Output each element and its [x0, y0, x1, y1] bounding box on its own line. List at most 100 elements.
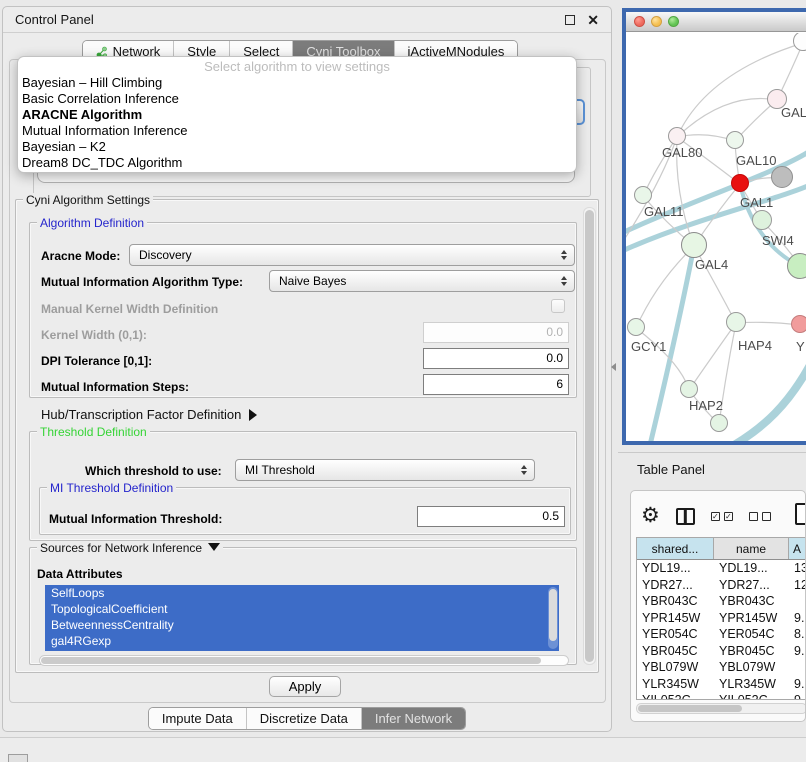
network-canvas[interactable]: GALGAL80GAL10GAL1GAL11SWI4GAL4GCY1HAP4YH… — [626, 33, 806, 445]
mi-steps-label: Mutual Information Steps: — [41, 380, 189, 394]
dropdown-item-bayesian-hill-climbing[interactable]: Bayesian – Hill Climbing — [18, 75, 576, 91]
node-gal4[interactable] — [681, 232, 707, 258]
node-gal10[interactable] — [726, 131, 744, 149]
hub-section-toggle[interactable]: Hub/Transcription Factor Definition — [41, 407, 257, 422]
table-cell: YDL19... — [714, 560, 789, 577]
dropdown-item-aracne-algorithm[interactable]: ARACNE Algorithm — [18, 107, 576, 123]
data-attributes-list[interactable]: SelfLoopsTopologicalCoefficientBetweenne… — [45, 585, 559, 651]
table-cell: YIL052C — [714, 692, 789, 700]
aracne-mode-label: Aracne Mode: — [41, 249, 120, 263]
sources-title: Sources for Network Inference — [40, 541, 202, 555]
node-gal11[interactable] — [634, 186, 652, 204]
attribute-item-gal4rgexp[interactable]: gal4RGexp — [45, 633, 559, 649]
manual-kernel-checkbox[interactable] — [551, 299, 565, 313]
close-icon[interactable]: ✕ — [587, 15, 599, 25]
bottom-stub-button[interactable] — [8, 754, 28, 762]
node-label-gal10: GAL10 — [736, 153, 776, 168]
table-row[interactable]: YBR043CYBR043C — [637, 593, 806, 610]
settings-scrollbar-thumb[interactable] — [585, 210, 594, 662]
hub-section-label: Hub/Transcription Factor Definition — [41, 407, 241, 422]
node-gal1[interactable] — [731, 174, 749, 192]
which-threshold-combo[interactable]: MI Threshold — [235, 459, 535, 481]
column-header-a[interactable]: A — [789, 538, 806, 559]
column-header-name[interactable]: name — [714, 538, 789, 559]
table-cell: YPR145W — [714, 610, 789, 627]
combo-arrows-icon — [561, 250, 567, 260]
table-row[interactable]: YPR145WYPR145W9. — [637, 610, 806, 627]
node-label-swi4: SWI4 — [762, 233, 794, 248]
node-table: shared...nameA YDL19...YDL19...13YDR27..… — [636, 537, 806, 700]
sources-toggle[interactable]: Sources for Network Inference — [37, 541, 223, 555]
node-label-gal1: GAL1 — [740, 195, 773, 210]
node-hap4[interactable] — [726, 312, 746, 332]
zoom-traffic-light-icon[interactable] — [668, 16, 679, 27]
mi-type-combo[interactable]: Naive Bayes — [269, 270, 575, 292]
attributes-scrollbar-thumb[interactable] — [549, 589, 557, 641]
bottom-tab-infer-network[interactable]: Infer Network — [361, 708, 465, 729]
bottom-tab-discretize-data[interactable]: Discretize Data — [246, 708, 361, 729]
kernel-width-label: Kernel Width (0,1): — [41, 328, 147, 342]
table-cell: 13 — [789, 560, 806, 577]
mi-steps-field[interactable]: 6 — [423, 374, 569, 395]
column-header-shared[interactable]: shared... — [637, 538, 714, 559]
table-cell: YDL19... — [637, 560, 714, 577]
table-cell: 12 — [789, 577, 806, 594]
table-row[interactable]: YBR045CYBR045C9. — [637, 643, 806, 660]
table-hscrollbar-thumb[interactable] — [638, 705, 742, 712]
minimize-traffic-light-icon[interactable] — [651, 16, 662, 27]
node[interactable] — [752, 210, 772, 230]
settings-scrollbar[interactable] — [583, 207, 596, 665]
table-row[interactable]: YIL052CYIL052C9. — [637, 692, 806, 700]
node-hap2[interactable] — [680, 380, 698, 398]
node-gal80[interactable] — [668, 127, 686, 145]
dropdown-placeholder: Select algorithm to view settings — [18, 59, 576, 75]
attribute-item-selfloops[interactable]: SelfLoops — [45, 585, 559, 601]
dpi-tolerance-field[interactable]: 0.0 — [423, 348, 569, 369]
attributes-hscrollbar[interactable] — [39, 655, 569, 666]
attribute-item-betweennesscentrality[interactable]: BetweennessCentrality — [45, 617, 559, 633]
checked-boxes-icon[interactable]: ✓✓ — [711, 512, 733, 521]
node[interactable] — [771, 166, 793, 188]
kernel-width-field[interactable]: 0.0 — [423, 322, 569, 343]
table-row[interactable]: YDR27...YDR27...12 — [637, 577, 806, 594]
bottom-tab-impute-data[interactable]: Impute Data — [149, 708, 246, 729]
network-view-window: GALGAL80GAL10GAL1GAL11SWI4GAL4GCY1HAP4YH… — [622, 8, 806, 445]
node-gcy1[interactable] — [627, 318, 645, 336]
attributes-scrollbar[interactable] — [548, 587, 558, 649]
table-row[interactable]: YER054CYER054C8. — [637, 626, 806, 643]
collapse-down-icon — [208, 543, 220, 551]
node[interactable] — [791, 315, 806, 333]
network-window-titlebar[interactable] — [626, 12, 806, 32]
unchecked-boxes-icon[interactable] — [749, 512, 771, 521]
gear-icon[interactable]: ⚙ — [641, 506, 660, 526]
close-traffic-light-icon[interactable] — [634, 16, 645, 27]
cyni-settings-title: Cyni Algorithm Settings — [23, 193, 153, 207]
algorithm-dropdown-list: Bayesian – Hill ClimbingBasic Correlatio… — [18, 75, 576, 171]
table-cell: YBL079W — [714, 659, 789, 676]
table-row[interactable]: YBL079WYBL079W — [637, 659, 806, 676]
attributes-hscrollbar-thumb[interactable] — [41, 657, 541, 664]
which-threshold-label: Which threshold to use: — [85, 464, 222, 478]
splitter-grip-icon[interactable] — [611, 363, 616, 371]
dropdown-item-mutual-information-inference[interactable]: Mutual Information Inference — [18, 123, 576, 139]
node-label-gal11: GAL11 — [644, 204, 684, 219]
columns-icon[interactable] — [676, 508, 695, 525]
table-row[interactable]: YLR345WYLR345W9. — [637, 676, 806, 693]
apply-button[interactable]: Apply — [269, 676, 341, 697]
expand-right-icon — [249, 409, 257, 421]
table-row[interactable]: YDL19...YDL19...13 — [637, 560, 806, 577]
dropdown-item-dream8-dc-tdc-algorithm[interactable]: Dream8 DC_TDC Algorithm — [18, 155, 576, 171]
table-cell: YLR345W — [714, 676, 789, 693]
aracne-mode-combo[interactable]: Discovery — [129, 244, 575, 266]
float-window-icon[interactable] — [565, 15, 575, 25]
dropdown-item-basic-correlation-inference[interactable]: Basic Correlation Inference — [18, 91, 576, 107]
table-hscrollbar[interactable] — [636, 703, 806, 714]
document-icon[interactable] — [795, 503, 806, 525]
node-swi4[interactable] — [787, 253, 806, 279]
dropdown-item-bayesian-k2[interactable]: Bayesian – K2 — [18, 139, 576, 155]
dpi-tolerance-label: DPI Tolerance [0,1]: — [41, 354, 152, 368]
node[interactable] — [710, 414, 728, 432]
attribute-item-topologicalcoefficient[interactable]: TopologicalCoefficient — [45, 601, 559, 617]
mi-threshold-field[interactable]: 0.5 — [417, 506, 565, 527]
table-cell: YER054C — [637, 626, 714, 643]
